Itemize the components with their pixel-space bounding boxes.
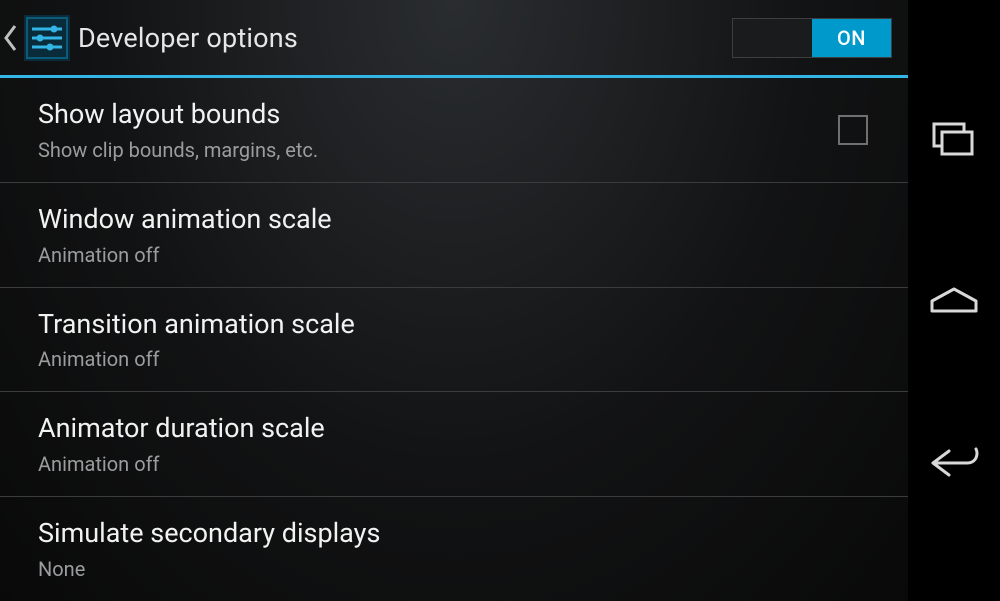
setting-simulate-secondary-displays[interactable]: Simulate secondary displays None	[0, 497, 908, 601]
developer-options-icon	[22, 13, 72, 63]
checkbox[interactable]	[838, 115, 868, 145]
system-nav-bar	[908, 0, 1000, 601]
setting-subtitle: Animation off	[38, 347, 886, 371]
setting-title: Simulate secondary displays	[38, 517, 886, 551]
setting-subtitle: Animation off	[38, 452, 886, 476]
setting-animator-duration-scale[interactable]: Animator duration scale Animation off	[0, 392, 908, 497]
setting-show-layout-bounds[interactable]: Show layout bounds Show clip bounds, mar…	[0, 78, 908, 183]
master-switch-on-region: ON	[812, 19, 891, 57]
setting-title: Show layout bounds	[38, 98, 826, 132]
back-button[interactable]	[908, 411, 1000, 511]
setting-subtitle: Show clip bounds, margins, etc.	[38, 138, 826, 162]
recents-button[interactable]	[908, 90, 1000, 190]
home-button[interactable]	[908, 250, 1000, 350]
setting-title: Transition animation scale	[38, 308, 886, 342]
page-title: Developer options	[78, 22, 298, 54]
setting-subtitle: None	[38, 557, 886, 581]
settings-list: Show layout bounds Show clip bounds, mar…	[0, 78, 908, 601]
setting-subtitle: Animation off	[38, 243, 886, 267]
master-switch-off-region	[733, 19, 812, 57]
setting-transition-animation-scale[interactable]: Transition animation scale Animation off	[0, 288, 908, 393]
action-bar: Developer options ON	[0, 0, 908, 78]
setting-title: Window animation scale	[38, 203, 886, 237]
up-back-button[interactable]	[0, 0, 20, 75]
setting-title: Animator duration scale	[38, 412, 886, 446]
setting-window-animation-scale[interactable]: Window animation scale Animation off	[0, 183, 908, 288]
master-switch[interactable]: ON	[732, 18, 892, 58]
